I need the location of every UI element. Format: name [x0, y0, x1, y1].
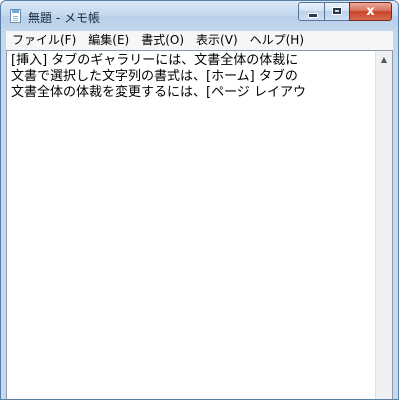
- title-bar[interactable]: 無題 - メモ帳 x: [1, 1, 398, 31]
- text-line: [挿入] タブのギャラリーには、文書全体の体裁に: [11, 53, 299, 68]
- menu-format[interactable]: 書式(O): [135, 31, 190, 50]
- maximize-icon: [332, 7, 342, 15]
- menu-bar: ファイル(F) 編集(E) 書式(O) 表示(V) ヘルプ(H): [6, 31, 393, 50]
- notepad-icon[interactable]: [10, 9, 21, 23]
- menu-help[interactable]: ヘルプ(H): [244, 31, 310, 50]
- text-line: 文書で選択した文字列の書式は、[ホーム] タブの: [11, 69, 298, 84]
- close-icon: x: [366, 4, 375, 19]
- text-line: 文書全体の体裁を変更するには、[ページ レイアウ: [11, 85, 306, 100]
- menu-file[interactable]: ファイル(F): [6, 31, 82, 50]
- caption-buttons: x: [298, 2, 392, 22]
- menu-edit[interactable]: 編集(E): [82, 31, 135, 50]
- notepad-window: 無題 - メモ帳 x ファイル(F) 編集(E) 書式(O) 表示(V) ヘルプ…: [0, 0, 399, 400]
- maximize-button[interactable]: [324, 2, 349, 21]
- window-title: 無題 - メモ帳: [28, 11, 100, 25]
- minimize-icon: [308, 13, 318, 18]
- vertical-scrollbar[interactable]: ▲: [375, 51, 392, 399]
- scroll-up-arrow-icon[interactable]: ▲: [376, 51, 392, 68]
- text-content[interactable]: [挿入] タブのギャラリーには、文書全体の体裁に 文書で選択した文字列の書式は、…: [7, 51, 375, 399]
- editor-area[interactable]: [挿入] タブのギャラリーには、文書全体の体裁に 文書で選択した文字列の書式は、…: [6, 50, 393, 399]
- minimize-button[interactable]: [298, 2, 324, 21]
- close-button[interactable]: x: [349, 2, 392, 21]
- menu-view[interactable]: 表示(V): [190, 31, 244, 50]
